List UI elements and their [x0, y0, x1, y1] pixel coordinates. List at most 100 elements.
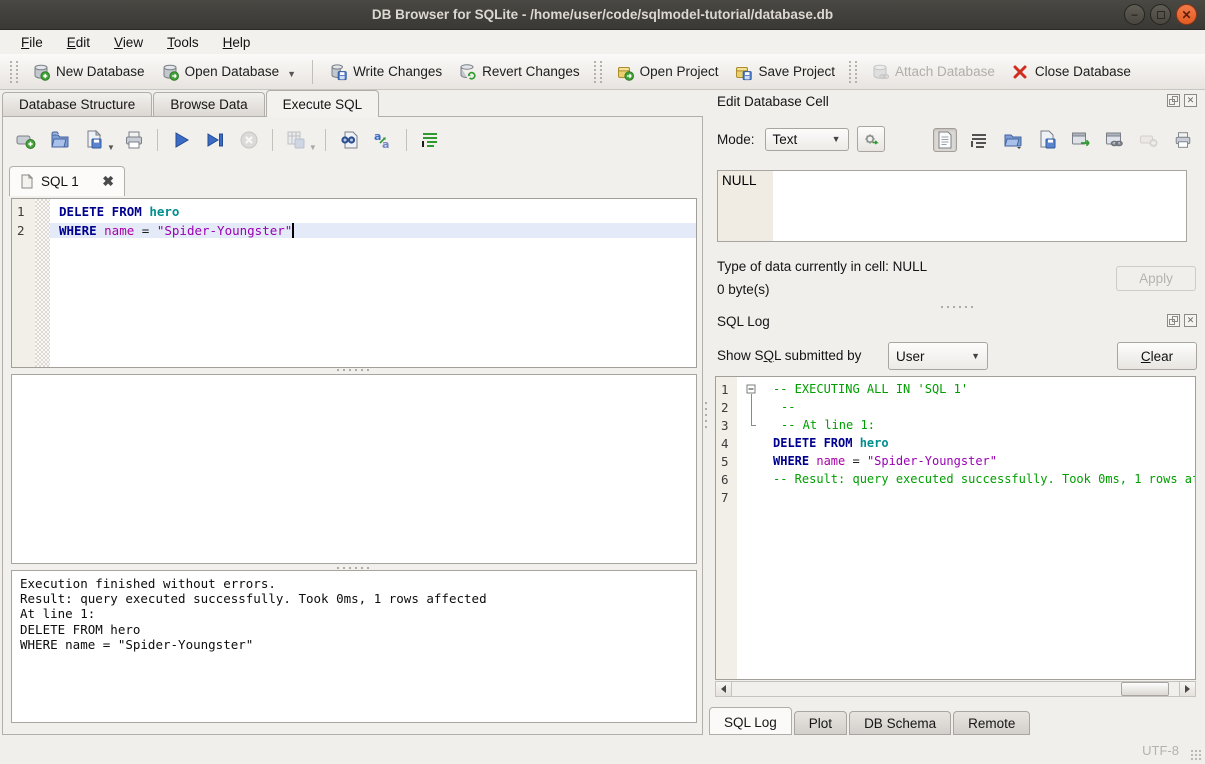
minimize-icon: −: [1131, 9, 1138, 21]
sql-log-view[interactable]: 1-- EXECUTING ALL IN 'SQL 1'2--3-- At li…: [715, 376, 1196, 680]
minimize-button[interactable]: −: [1124, 4, 1145, 25]
log-code-area: 1-- EXECUTING ALL IN 'SQL 1'2--3-- At li…: [716, 380, 1195, 506]
text-mode-button[interactable]: [933, 128, 957, 152]
mode-combobox[interactable]: Text ▼: [765, 128, 849, 151]
find-replace-button[interactable]: a a: [368, 126, 398, 154]
editor-results-splitter[interactable]: [335, 368, 371, 372]
sql-tab-close-icon[interactable]: ✖: [102, 173, 114, 190]
save-sql-file-button[interactable]: [79, 126, 109, 154]
stop-icon: [238, 129, 260, 151]
open-database-dropdown-icon[interactable]: ▼: [287, 69, 296, 81]
tab-browse-data[interactable]: Browse Data: [153, 92, 264, 117]
print-cell-button[interactable]: [1171, 128, 1195, 152]
sql-tab-bar: SQL 1 ✖: [9, 165, 697, 196]
save-sql-dropdown-icon[interactable]: ▼: [107, 143, 115, 155]
encoding-indicator[interactable]: UTF-8: [1142, 743, 1179, 758]
maximize-icon: [1157, 11, 1165, 19]
close-dock-icon[interactable]: ✕: [1184, 314, 1197, 327]
tab-plot[interactable]: Plot: [794, 711, 847, 735]
sql-editor[interactable]: 1DELETE FROM hero2WHERE name = "Spider-Y…: [11, 198, 697, 368]
scrollbar-thumb[interactable]: [1121, 682, 1169, 696]
svg-text:a: a: [374, 130, 381, 143]
close-dock-icon[interactable]: ✕: [1184, 94, 1197, 107]
word-wrap-button[interactable]: [967, 128, 991, 152]
find-button[interactable]: [334, 126, 364, 154]
scroll-right-button[interactable]: [1179, 682, 1195, 696]
cell-mode-row: Mode: Text ▼: [717, 126, 885, 152]
app-window: DB Browser for SQLite - /home/user/code/…: [0, 0, 1205, 764]
execute-all-button[interactable]: [166, 126, 196, 154]
cell-size-info: 0 byte(s): [717, 282, 770, 297]
revert-changes-button[interactable]: Revert Changes: [450, 59, 588, 85]
gear-icon: [863, 131, 879, 147]
print-button[interactable]: [119, 126, 149, 154]
tab-db-schema[interactable]: DB Schema: [849, 711, 951, 735]
toolbar-drag-handle[interactable]: [594, 61, 602, 83]
word-wrap-button[interactable]: [415, 126, 445, 154]
import-data-button[interactable]: [1001, 128, 1025, 152]
menu-edit[interactable]: Edit: [56, 33, 101, 52]
results-grid[interactable]: [11, 374, 697, 564]
submitted-by-combobox[interactable]: User ▼: [888, 342, 988, 370]
open-sql-file-button[interactable]: [45, 126, 75, 154]
cell-type-info: Type of data currently in cell: NULL: [717, 259, 927, 274]
main-toolbar: New Database Open Database ▼ Write C: [0, 54, 1205, 90]
export-data-button[interactable]: [1035, 128, 1059, 152]
toolbar-drag-handle[interactable]: [10, 61, 18, 83]
execute-current-line-icon: [204, 129, 226, 151]
editor-code-area[interactable]: 1DELETE FROM hero2WHERE name = "Spider-Y…: [12, 202, 696, 240]
new-database-button[interactable]: New Database: [24, 59, 153, 85]
float-dock-icon[interactable]: [1167, 314, 1180, 327]
save-project-button[interactable]: Save Project: [726, 59, 843, 85]
menu-tools[interactable]: Tools: [156, 33, 210, 52]
menubar: File Edit View Tools Help: [0, 30, 1205, 54]
save-sql-file-icon: [83, 129, 105, 151]
open-project-button[interactable]: Open Project: [608, 59, 727, 85]
log-horizontal-scrollbar[interactable]: [715, 681, 1196, 697]
execute-current-line-button[interactable]: [200, 126, 230, 154]
scrollbar-track[interactable]: [732, 682, 1179, 696]
menu-file[interactable]: File: [10, 33, 54, 52]
resize-grip-icon[interactable]: [1190, 749, 1202, 761]
execute-sql-panel: ▼: [2, 116, 703, 735]
copy-link-button[interactable]: [1103, 128, 1127, 152]
text-mode-icon: [937, 131, 953, 149]
scroll-left-button[interactable]: [716, 682, 732, 696]
main-tab-bar: Database Structure Browse Data Execute S…: [2, 90, 380, 117]
find-icon: [338, 129, 360, 151]
cell-value: NULL: [722, 173, 757, 188]
set-null-button: [1137, 128, 1161, 152]
set-null-icon: [1139, 132, 1159, 148]
close-database-button[interactable]: Close Database: [1003, 59, 1139, 85]
maximize-button[interactable]: [1150, 4, 1171, 25]
cell-value-editor[interactable]: NULL: [717, 170, 1187, 242]
execution-message-box[interactable]: Execution finished without errors.Result…: [11, 570, 697, 723]
chevron-down-icon: ▼: [832, 134, 841, 144]
sql-tab[interactable]: SQL 1 ✖: [9, 166, 125, 196]
auto-mode-button[interactable]: [857, 126, 885, 152]
close-button[interactable]: ✕: [1176, 4, 1197, 25]
edit-cell-dock-buttons: ✕: [1167, 94, 1197, 107]
tab-database-structure[interactable]: Database Structure: [2, 92, 152, 117]
tab-remote[interactable]: Remote: [953, 711, 1030, 735]
write-changes-button[interactable]: Write Changes: [321, 59, 450, 85]
main-vertical-splitter[interactable]: [704, 400, 708, 430]
open-external-button[interactable]: [1069, 128, 1093, 152]
print-icon: [123, 129, 145, 151]
sql-document-icon: [20, 174, 34, 189]
open-new-tab-icon: [15, 129, 37, 151]
dock-splitter[interactable]: [939, 305, 975, 309]
menu-view[interactable]: View: [103, 33, 154, 52]
arrow-right-icon: [1185, 685, 1190, 693]
float-dock-icon[interactable]: [1167, 94, 1180, 107]
open-database-button[interactable]: Open Database ▼: [153, 59, 305, 85]
menu-help[interactable]: Help: [212, 33, 262, 52]
clear-log-button[interactable]: Clear: [1117, 342, 1197, 370]
open-new-tab-button[interactable]: [11, 126, 41, 154]
tab-execute-sql[interactable]: Execute SQL: [266, 90, 380, 117]
tab-sql-log[interactable]: SQL Log: [709, 707, 792, 735]
apply-button: Apply: [1116, 266, 1196, 291]
toolbar-drag-handle[interactable]: [849, 61, 857, 83]
save-project-icon: [734, 63, 752, 81]
sql-editor-toolbar: ▼: [11, 125, 445, 155]
